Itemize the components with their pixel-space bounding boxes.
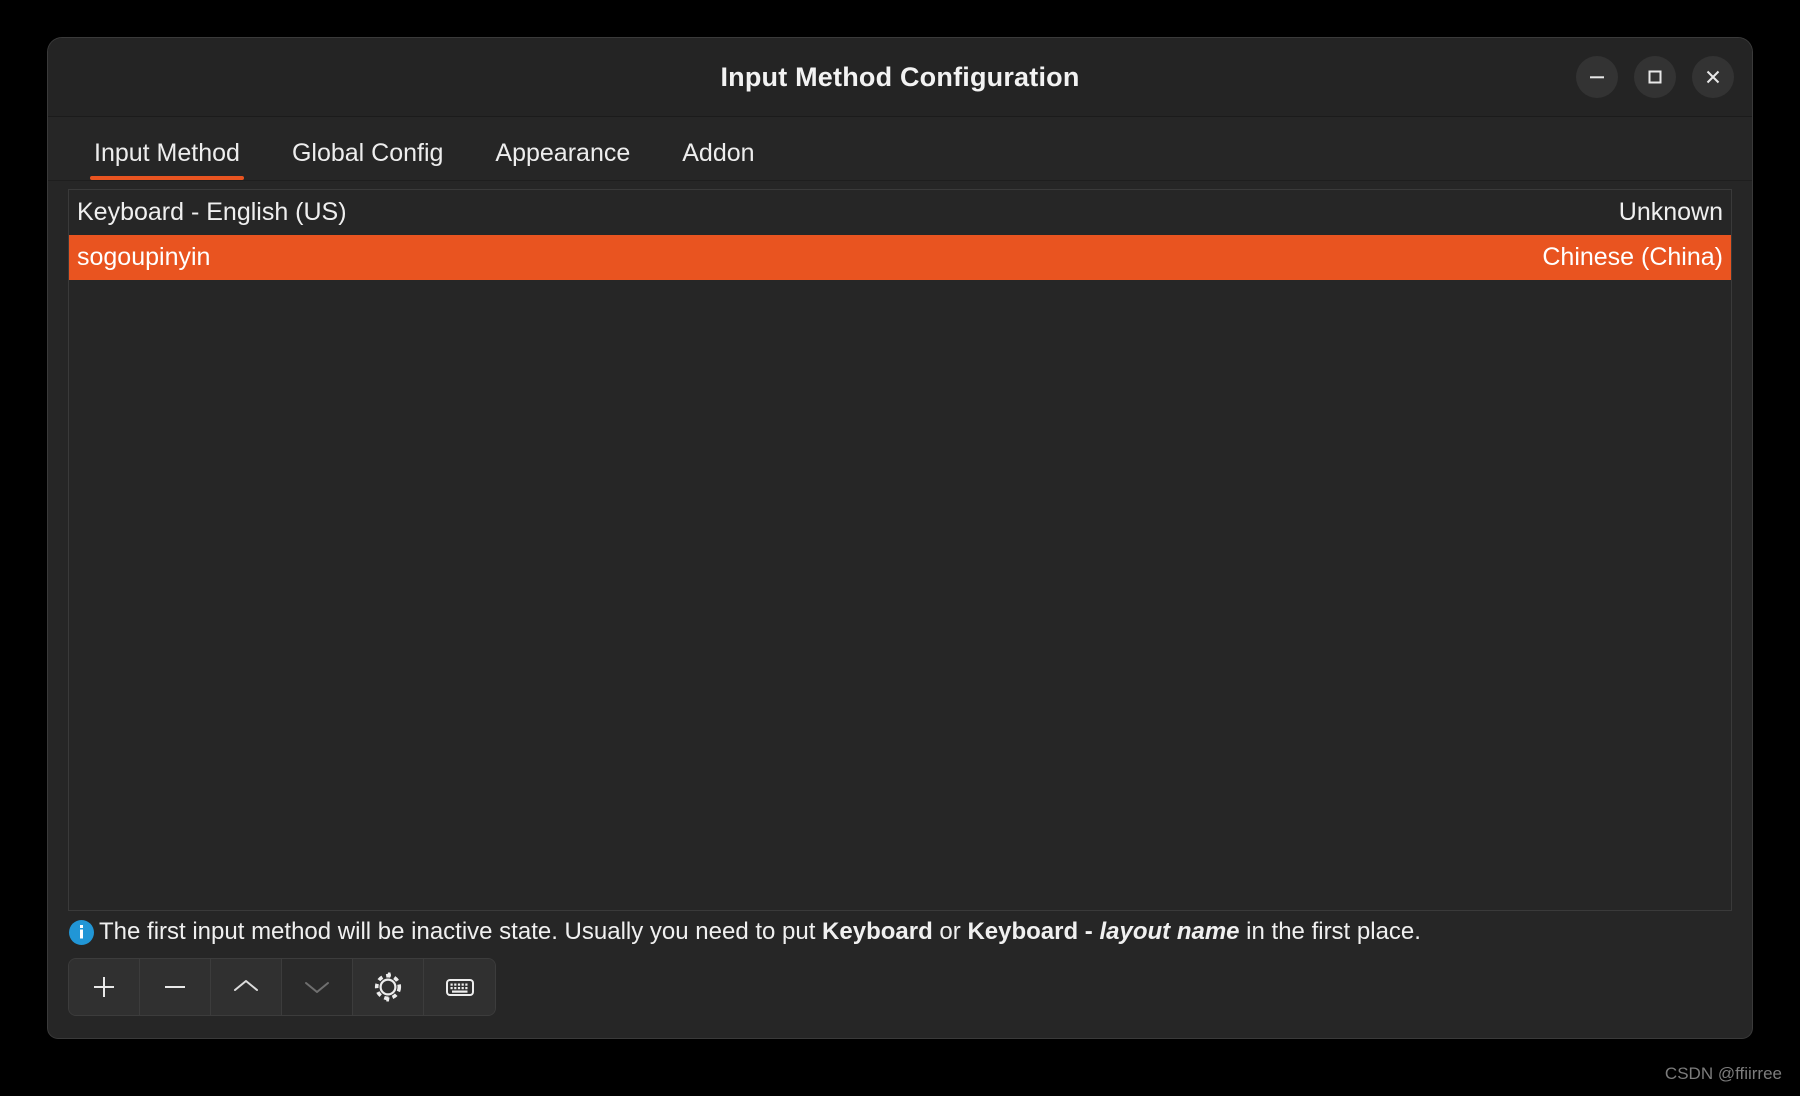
maximize-button[interactable] (1634, 56, 1676, 98)
table-row[interactable]: Keyboard - English (US) Unknown (69, 190, 1731, 235)
info-text-part3: in the first place. (1239, 918, 1421, 946)
minus-icon (159, 971, 191, 1003)
tab-input-method-label: Input Method (94, 139, 240, 167)
minimize-button[interactable] (1576, 56, 1618, 98)
table-row[interactable]: sogoupinyin Chinese (China) (69, 235, 1731, 280)
tab-appearance[interactable]: Appearance (469, 141, 656, 180)
input-method-name: Keyboard - English (US) (77, 198, 347, 226)
add-input-method-button[interactable] (69, 959, 140, 1015)
input-method-list[interactable]: Keyboard - English (US) Unknown sogoupin… (68, 189, 1732, 911)
toolbar-container (48, 950, 1752, 1038)
close-button[interactable] (1692, 56, 1734, 98)
tab-input-method[interactable]: Input Method (68, 141, 266, 180)
configure-button[interactable] (353, 959, 424, 1015)
chevron-up-icon (229, 970, 263, 1004)
application-window: Input Method Configuration Input Method … (48, 38, 1752, 1038)
tab-appearance-label: Appearance (495, 139, 631, 167)
titlebar: Input Method Configuration (48, 38, 1752, 117)
screen: Input Method Configuration Input Method … (0, 0, 1800, 1096)
info-text-part2: or (932, 918, 968, 946)
maximize-icon (1644, 66, 1666, 88)
watermark: CSDN @ffiirree (1664, 1064, 1782, 1083)
window-title: Input Method Configuration (720, 61, 1080, 92)
window-controls (1576, 38, 1734, 116)
toolbar (68, 958, 496, 1016)
input-method-language: Unknown (1618, 198, 1723, 226)
remove-input-method-button[interactable] (140, 959, 211, 1015)
close-icon (1702, 66, 1724, 88)
info-icon (68, 919, 95, 946)
chevron-down-icon (300, 970, 334, 1004)
info-bar: The first input method will be inactive … (48, 911, 1752, 950)
tab-addon-label: Addon (682, 139, 755, 167)
info-text-bold2: Keyboard - (967, 918, 1100, 946)
info-text-italic1: layout name (1099, 918, 1240, 946)
info-message: The first input method will be inactive … (99, 919, 1421, 945)
keyboard-icon (443, 970, 477, 1004)
tab-global-config[interactable]: Global Config (266, 141, 469, 180)
keyboard-layout-button[interactable] (424, 959, 495, 1015)
minimize-icon (1586, 66, 1608, 88)
input-method-name: sogoupinyin (77, 243, 211, 271)
tab-active-indicator (90, 176, 244, 180)
info-text-bold1: Keyboard (822, 918, 933, 946)
gear-icon (371, 970, 405, 1004)
info-text-part1: The first input method will be inactive … (99, 918, 823, 946)
tab-bar: Input Method Global Config Appearance Ad… (48, 117, 1752, 181)
tab-global-config-label: Global Config (291, 139, 444, 167)
tab-addon[interactable]: Addon (656, 141, 780, 180)
plus-icon (88, 971, 120, 1003)
input-method-language: Chinese (China) (1542, 243, 1723, 271)
move-down-button[interactable] (282, 959, 353, 1015)
move-up-button[interactable] (211, 959, 282, 1015)
